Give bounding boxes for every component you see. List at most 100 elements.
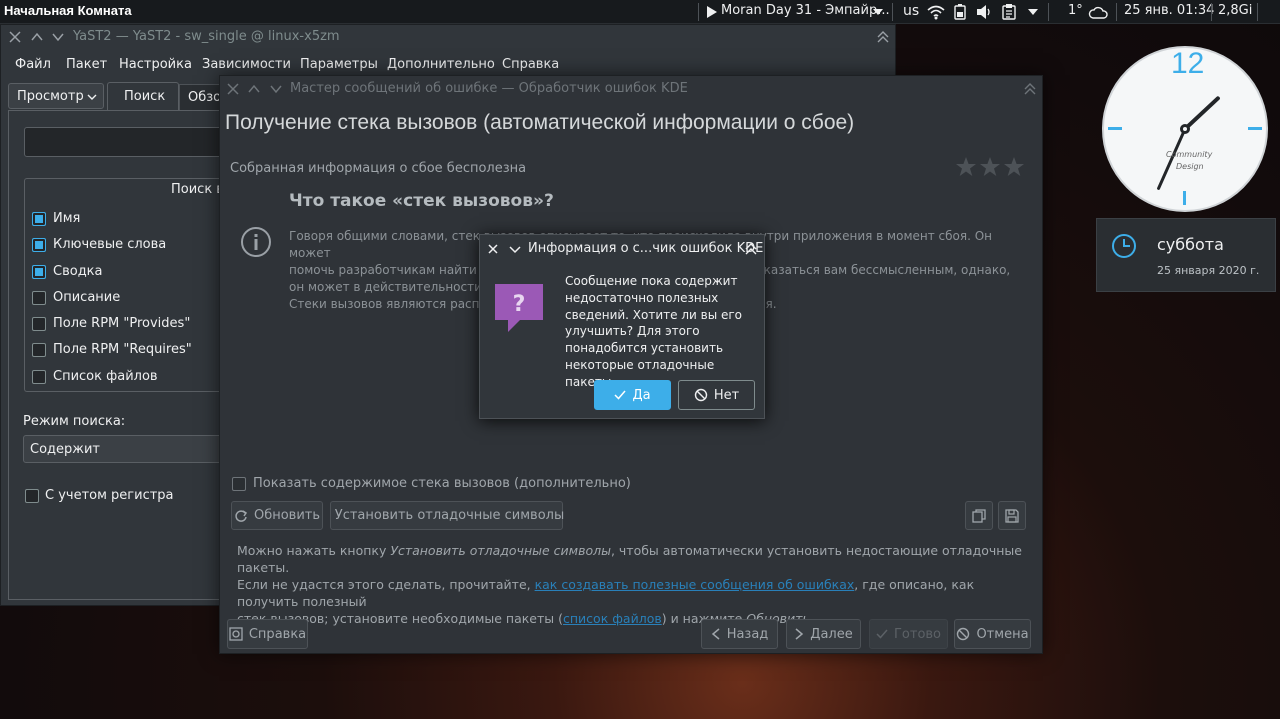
back-button[interactable]: Назад: [701, 619, 778, 649]
clock-brand: Design: [1176, 162, 1204, 171]
checkbox-description-label: Описание: [53, 290, 121, 305]
star-icon: [1004, 157, 1024, 176]
usefulness-label: Собранная информация о сбое бесполезна: [230, 161, 527, 176]
show-backtrace-label: Показать содержимое стека вызовов (допол…: [253, 476, 631, 491]
install-debug-symbols-label: Установить отладочные символы: [334, 508, 565, 523]
help-button[interactable]: Справка: [227, 619, 308, 649]
cancel-button-label: Отмена: [976, 626, 1029, 642]
search-mode-select[interactable]: Содержит: [23, 435, 223, 463]
checkbox-rpm-provides[interactable]: [32, 317, 46, 331]
chevron-down-icon[interactable]: [269, 82, 283, 96]
volume-icon[interactable]: [976, 4, 992, 20]
keep-above-icon[interactable]: [744, 242, 758, 256]
checkbox-keywords-label: Ключевые слова: [53, 237, 167, 252]
dialog-titlebar[interactable]: Информация о с...чик ошибок KDE: [480, 235, 764, 262]
copy-button[interactable]: [965, 501, 993, 530]
chevron-up-icon[interactable]: [30, 30, 44, 44]
date-widget[interactable]: суббота 25 января 2020 г.: [1096, 218, 1276, 292]
checkbox-rpm-requires[interactable]: [32, 343, 46, 357]
text-fragment: Установить отладочные символы: [390, 543, 611, 558]
install-debug-symbols-button[interactable]: Установить отладочные символы: [330, 501, 565, 530]
panel-separator: [1116, 3, 1117, 21]
analog-clock-widget[interactable]: 12 Community Design: [1100, 44, 1270, 214]
clipboard-icon[interactable]: [1002, 4, 1016, 20]
clock-hour-label: 12: [1171, 47, 1205, 80]
checkbox-case-sensitive[interactable]: [25, 489, 39, 503]
menu-dependencies[interactable]: Зависимости: [202, 57, 291, 72]
reload-button[interactable]: Обновить: [231, 501, 323, 530]
menu-configuration[interactable]: Настройка: [119, 57, 192, 72]
copy-icon: [972, 508, 986, 523]
yast-title: YaST2 — YaST2 - sw_single @ linux-x5zm: [73, 29, 340, 44]
text-fragment: Можно нажать кнопку: [237, 543, 391, 558]
yast-titlebar[interactable]: YaST2 — YaST2 - sw_single @ linux-x5zm: [1, 25, 895, 49]
no-button[interactable]: Нет: [678, 380, 755, 410]
play-icon[interactable]: [706, 6, 718, 18]
file-list-link[interactable]: список файлов: [563, 611, 662, 626]
cancel-icon: [694, 388, 708, 402]
checkbox-file-list[interactable]: [32, 370, 46, 384]
menu-package[interactable]: Пакет: [66, 57, 107, 72]
menu-options[interactable]: Параметры: [300, 57, 378, 72]
search-in-title: Поиск в: [171, 182, 224, 197]
menu-extras[interactable]: Дополнительно: [387, 57, 495, 72]
close-icon[interactable]: [226, 82, 240, 96]
checkbox-name[interactable]: [32, 212, 46, 226]
cancel-button[interactable]: Отмена: [954, 619, 1031, 649]
info-icon: [241, 227, 271, 257]
battery-icon[interactable]: [954, 4, 966, 20]
checkbox-show-backtrace[interactable]: [232, 477, 246, 491]
next-button[interactable]: Далее: [786, 619, 861, 649]
media-title[interactable]: Moran Day 31 - Эмпайр...: [721, 3, 890, 18]
clock-icon: [1112, 234, 1136, 258]
checkmark-icon: [876, 629, 888, 639]
checkbox-keywords[interactable]: [32, 238, 46, 252]
checkbox-summary[interactable]: [32, 265, 46, 279]
chevron-right-icon: [795, 628, 804, 640]
dialog-title: Информация о с...чик ошибок KDE: [528, 241, 764, 256]
temperature[interactable]: 1°: [1068, 3, 1083, 18]
yes-button[interactable]: Да: [594, 380, 671, 410]
search-input[interactable]: [24, 127, 224, 157]
yes-button-label: Да: [632, 387, 651, 403]
save-button[interactable]: [998, 501, 1026, 530]
back-button-label: Назад: [726, 626, 769, 642]
panel-separator: [892, 3, 893, 21]
memory-usage[interactable]: 2,8Gi: [1218, 3, 1252, 18]
keep-above-icon[interactable]: [1023, 82, 1037, 96]
svg-text:?: ?: [513, 292, 526, 317]
text-line: улучшить? Для этого: [565, 324, 700, 339]
weather-cloud-icon[interactable]: [1088, 5, 1108, 19]
bug-report-guide-link[interactable]: как создавать полезные сообщения об ошиб…: [535, 577, 855, 592]
menu-file[interactable]: Файл: [15, 57, 51, 72]
finish-button[interactable]: Готово: [869, 619, 948, 649]
chevron-down-icon[interactable]: [1028, 9, 1038, 15]
chevron-down-icon[interactable]: [51, 30, 65, 44]
wifi-icon[interactable]: [927, 4, 945, 20]
tab-overview-label: Обзор: [188, 90, 221, 105]
save-icon: [1005, 508, 1019, 523]
activity-label[interactable]: Начальная Комната: [4, 3, 132, 18]
menu-help[interactable]: Справка: [502, 57, 559, 72]
checkbox-description[interactable]: [32, 291, 46, 305]
checkmark-icon: [614, 390, 627, 400]
view-dropdown[interactable]: Просмотр: [8, 83, 104, 109]
no-button-label: Нет: [713, 387, 740, 403]
chevron-down-icon[interactable]: [508, 242, 522, 256]
datetime[interactable]: 25 янв. 01:34: [1124, 3, 1214, 18]
keep-above-icon[interactable]: [876, 30, 890, 44]
section-heading: Что такое «стек вызовов»?: [289, 191, 554, 211]
close-icon[interactable]: [8, 30, 22, 44]
wizard-titlebar[interactable]: Мастер сообщений об ошибке — Обработчик …: [220, 76, 1042, 102]
keyboard-layout[interactable]: us: [903, 3, 919, 19]
close-icon[interactable]: [486, 242, 500, 256]
tab-overview[interactable]: Обзор: [179, 84, 221, 110]
checkbox-summary-label: Сводка: [53, 264, 103, 279]
chevron-up-icon[interactable]: [247, 82, 261, 96]
view-dropdown-label: Просмотр: [17, 89, 84, 104]
chevron-down-icon[interactable]: [873, 9, 883, 15]
tab-search[interactable]: Поиск: [107, 82, 179, 111]
text-line: понадобится установить: [565, 341, 724, 356]
star-icon: [980, 157, 1000, 176]
top-panel: Начальная Комната Moran Day 31 - Эмпайр.…: [0, 0, 1280, 24]
